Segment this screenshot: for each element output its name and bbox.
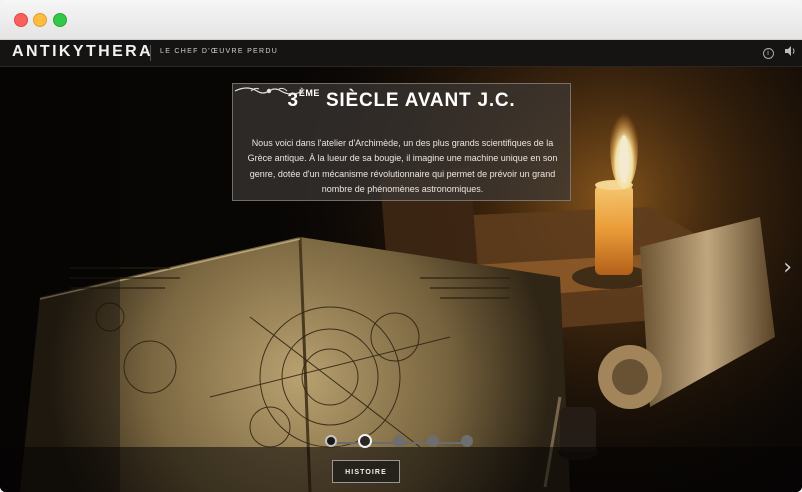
chevron-right-icon[interactable]: ›: [783, 255, 792, 280]
app-header: ANTIKYTHERA LE CHEF D'ŒUVRE PERDU i: [0, 40, 802, 67]
caption-card: 3ÈME SIÈCLE AVANT J.C. Nous voici dans l…: [232, 83, 571, 201]
timeline-step-4[interactable]: [427, 435, 439, 447]
close-window-button[interactable]: [14, 13, 28, 27]
timeline-step-3[interactable]: [393, 435, 405, 447]
speaker-icon[interactable]: [782, 45, 798, 61]
histoire-button[interactable]: HISTOIRE: [332, 460, 400, 483]
brand-subtitle: LE CHEF D'ŒUVRE PERDU: [160, 48, 279, 55]
browser-window: ANTIKYTHERA LE CHEF D'ŒUVRE PERDU i 3ÈME…: [0, 0, 802, 492]
timeline-step-2[interactable]: [358, 434, 372, 448]
timeline: [325, 434, 475, 451]
ornament-icon: [234, 87, 304, 95]
info-icon[interactable]: i: [760, 45, 776, 61]
caption-paragraph: Nous voici dans l'atelier d'Archimède, u…: [247, 138, 558, 195]
timeline-step-1[interactable]: [325, 435, 337, 447]
app-viewport: ANTIKYTHERA LE CHEF D'ŒUVRE PERDU i 3ÈME…: [0, 40, 802, 492]
header-divider: [150, 45, 151, 61]
title-text: SIÈCLE AVANT J.C.: [319, 90, 516, 111]
brand-logo[interactable]: ANTIKYTHERA: [12, 43, 153, 61]
scene-illustration: 3ÈME SIÈCLE AVANT J.C. Nous voici dans l…: [0, 67, 802, 492]
minimize-window-button[interactable]: [33, 13, 47, 27]
window-titlebar: [0, 0, 802, 40]
timeline-step-5[interactable]: [461, 435, 473, 447]
maximize-window-button[interactable]: [53, 13, 67, 27]
